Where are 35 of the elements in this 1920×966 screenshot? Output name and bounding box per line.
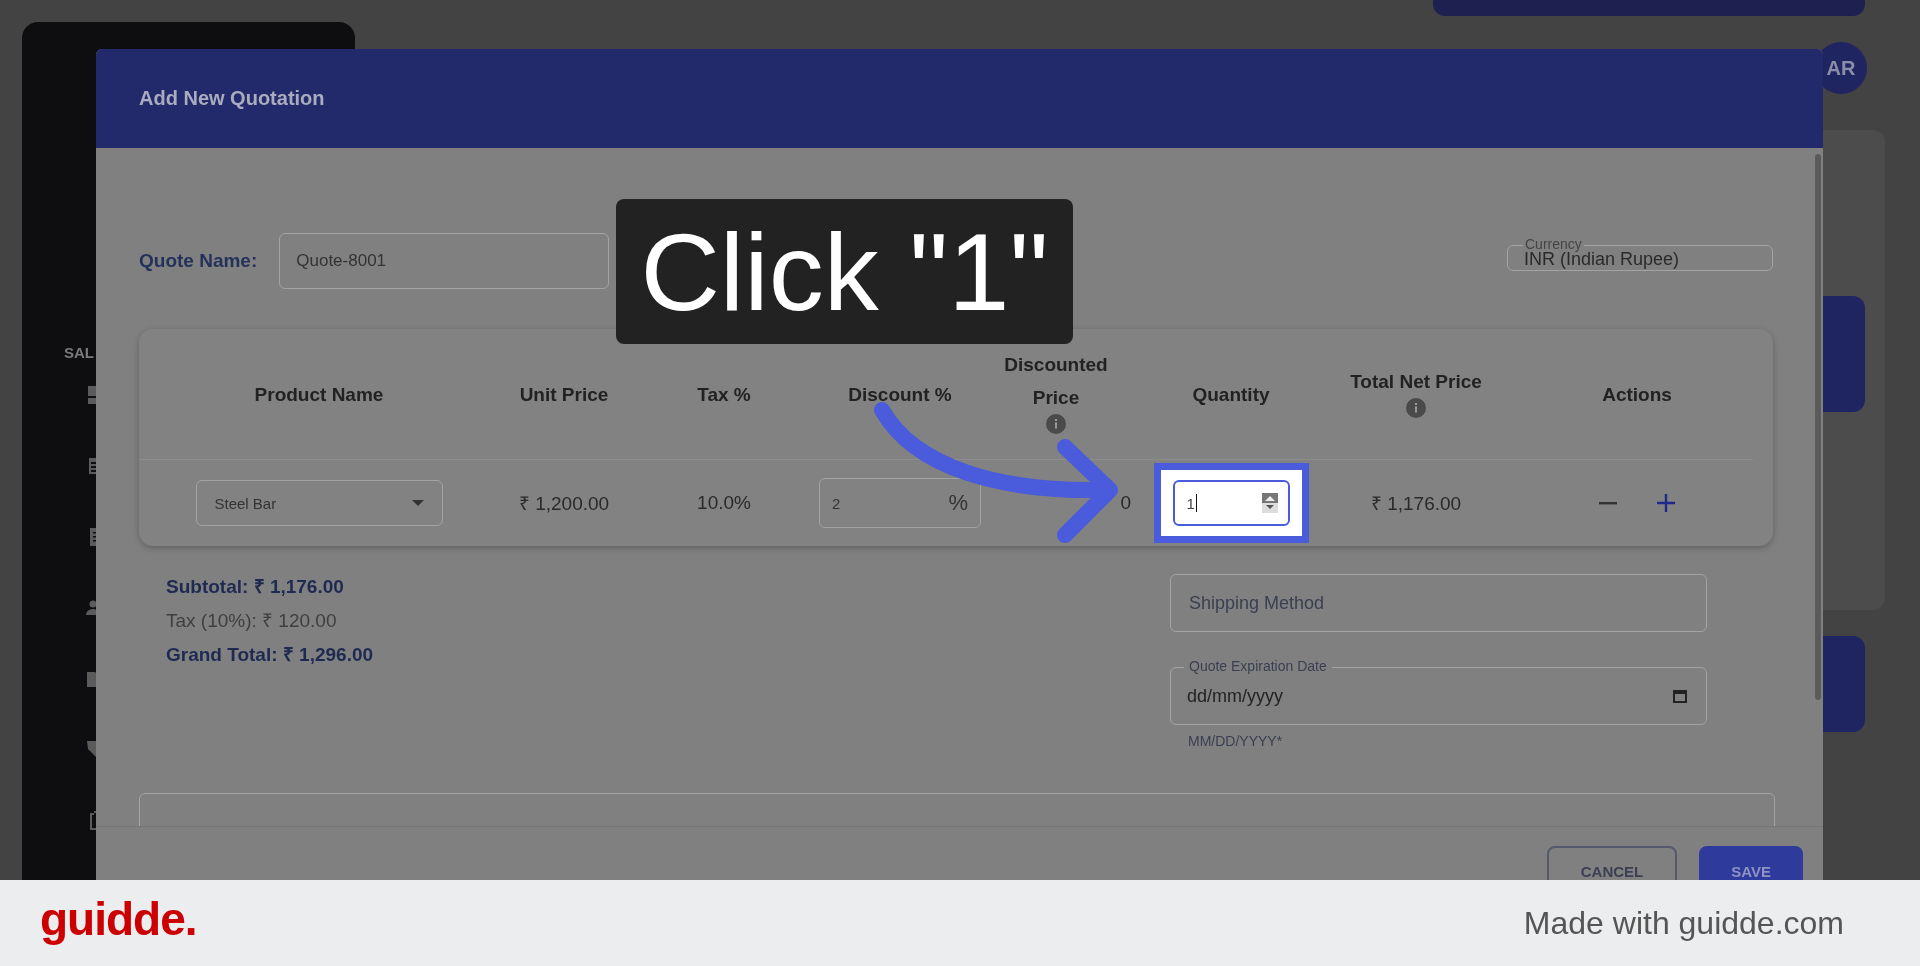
- logo: guidde.: [40, 892, 197, 946]
- credit-text: Made with guidde.com: [1523, 904, 1844, 942]
- column-header: Actions: [1602, 382, 1672, 407]
- table-cell-text: ₹ 1,200.00: [518, 492, 610, 516]
- quote-name-label: Quote Name:: [139, 250, 258, 272]
- save-button[interactable]: SAVE: [1699, 846, 1803, 880]
- info-icon[interactable]: [1046, 414, 1066, 434]
- date-hint: MM/DD/YYYY*: [1188, 733, 1284, 749]
- shipping-method-field[interactable]: Shipping Method: [1170, 574, 1707, 632]
- subtotal-text: Subtotal: ₹ 1,176.00: [166, 575, 345, 599]
- discount-field[interactable]: 2 %: [819, 478, 981, 528]
- scrollbar[interactable]: [1815, 154, 1821, 700]
- column-header: Product Name: [254, 382, 384, 407]
- caret-icon: [411, 500, 424, 506]
- column-header: Total Net Price: [1350, 369, 1482, 394]
- quantity-field[interactable]: 1: [1172, 480, 1290, 526]
- tax-text: Tax (10%): ₹ 120.00: [166, 609, 338, 633]
- dialog-title: Add New Quotation: [139, 87, 325, 110]
- column-header: Tax %: [697, 382, 751, 407]
- column-header: Unit Price: [519, 382, 609, 407]
- table-cell: 0: [1120, 492, 1131, 514]
- plus-icon[interactable]: [1656, 493, 1676, 513]
- tooltip: Click "1": [616, 199, 1073, 344]
- spinner-icon[interactable]: [1261, 493, 1278, 513]
- table-cell: 10.0%: [697, 492, 751, 514]
- table-cell-text: ₹ 1,176.00: [1370, 492, 1462, 516]
- calendar-icon[interactable]: [1672, 688, 1688, 704]
- quote-name-field[interactable]: Quote-8001: [279, 233, 610, 289]
- info-icon[interactable]: [1406, 397, 1426, 418]
- column-header: Discount %: [848, 382, 952, 407]
- section-label: SAL: [64, 344, 94, 361]
- column-header: Discounted Price: [1003, 353, 1109, 410]
- column-header: Quantity: [1192, 382, 1270, 407]
- grand-total-text: Grand Total: ₹ 1,296.00: [166, 643, 374, 667]
- product-dropdown[interactable]: Steel Bar: [195, 480, 443, 526]
